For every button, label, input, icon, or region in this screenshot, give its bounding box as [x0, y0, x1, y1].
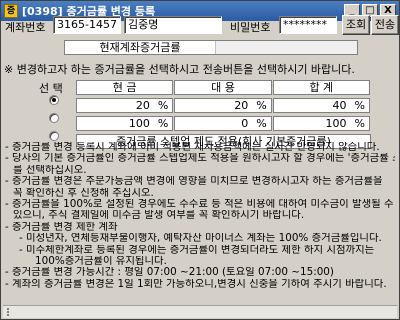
app-icon: 증 — [4, 4, 18, 18]
query-button[interactable]: 조회 — [342, 15, 370, 35]
note-line: - 증거금률 변경 제한 계좌 — [5, 221, 118, 233]
resize-grip-icon[interactable] — [7, 308, 17, 316]
cell-substitute: 20% — [174, 98, 272, 113]
account-number-label: 계좌번호 — [5, 21, 46, 34]
note-line: - 미성년자, 연체등재부불이행자, 예탁자산 마이너스 계좌는 100% 증거… — [19, 233, 382, 245]
notes-section: - 증거금률 변경 등록시 계좌에 이미 적용된 재사용금액에는 실시간 반영되… — [5, 142, 395, 290]
header-total: 합 계 — [272, 80, 370, 95]
account-number-input[interactable]: 3165-1457 — [53, 16, 121, 34]
submit-button[interactable]: 전송 — [371, 15, 399, 35]
note-line: - 증거금률 변경 가능시간 : 평일 07:00 ~21:00 (토요일 07… — [5, 267, 334, 279]
note-line: - 증거금률 변경은 주문가능금액 변경에 영향을 미치므로 변경하시고자 하는… — [5, 176, 383, 188]
rate-option-radio-1[interactable] — [49, 95, 59, 105]
current-rate-box: 현재계좌증거금률 — [64, 40, 358, 55]
rate-option-radio-2[interactable] — [49, 113, 59, 123]
cell-substitute: 0% — [174, 116, 272, 131]
horizontal-scrollbar[interactable] — [3, 305, 397, 318]
note-line: 를 선택하십시오. — [13, 164, 87, 176]
cell-cash: 100% — [76, 116, 174, 131]
cell-total: 40% — [272, 98, 370, 113]
header-substitute: 대 용 — [174, 80, 272, 95]
rate-row-1[interactable]: 20% 20% 40% — [76, 98, 371, 113]
rate-table: 현 금 대 용 합 계 20% 20% 40% 100% 0% 100% 증거금… — [76, 80, 371, 149]
note-line: 꼭 확인하신 후 신청해 주십시오. — [13, 187, 154, 199]
rate-table-header: 현 금 대 용 합 계 — [76, 80, 371, 95]
password-input[interactable]: ******** — [279, 16, 337, 34]
note-line: - 증거금률 변경 등록시 계좌에 이미 적용된 재사용금액에는 실시간 반영되… — [5, 142, 380, 153]
current-rate-label: 현재계좌증거금률 — [99, 41, 181, 54]
note-line: 있으니, 주식 결제일에 미수금 발생 여부를 꼭 확인하시기 바랍니다. — [13, 210, 305, 222]
note-line: - 미수체한계좌로 등록된 경우에는 증거금률이 변경되더라도 제한 하지 시점… — [19, 244, 375, 256]
account-name-field: 김중명 — [124, 16, 222, 34]
current-rate-value — [215, 41, 357, 54]
note-line: - 계좌의 증거금률 변경은 1일 1회만 가능하오니,변경시 신중을 기하여 … — [5, 278, 387, 290]
cell-total: 100% — [272, 116, 370, 131]
stepup-option-radio[interactable] — [49, 131, 59, 141]
note-line: - 당사의 기본 증거금률인 증거금률 스텝업제도 적용을 원하시고자 할 경우… — [5, 153, 395, 165]
note-line: 100%증거금률이 유지됩니다. — [35, 256, 167, 268]
note-line: - 증거금률을 100%로 설정된 경우에도 수수료 등 적은 비용에 대하여 … — [5, 199, 394, 211]
rate-row-2[interactable]: 100% 0% 100% — [76, 116, 371, 131]
cell-cash: 20% — [76, 98, 174, 113]
header-cash: 현 금 — [76, 80, 174, 95]
instruction-text: ※ 변경하고자 하는 증거금률을 선택하시고 전송버튼을 선택하시기 바랍니다. — [4, 63, 355, 76]
password-label: 비밀번호 — [230, 21, 271, 34]
app-window: 증 [0398] 증거금률 변경 등록 _ □ X 계좌번호 3165-1457… — [0, 0, 400, 320]
select-column-label: 선 택 — [39, 82, 63, 95]
